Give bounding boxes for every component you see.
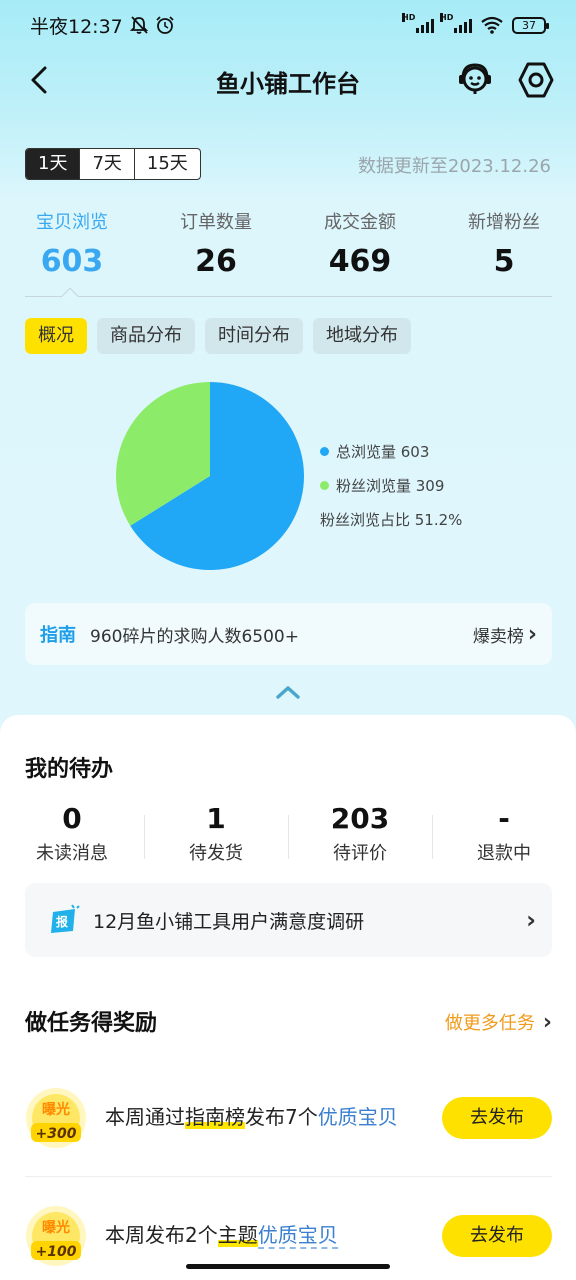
metric-label: 新增粉丝 — [468, 212, 540, 233]
badge-top-text: 曝光 — [42, 1101, 70, 1118]
task-text-part: 本周发布2个 — [105, 1223, 218, 1247]
exposure-badge-icon: 曝光 +300 — [26, 1088, 86, 1148]
tab-time-distribution[interactable]: 时间分布 — [205, 318, 303, 354]
report-icon-label: 报 — [56, 914, 68, 929]
range-tab-7days[interactable]: 7天 — [79, 149, 133, 179]
metric-sales-amount[interactable]: 成交金额 469 — [288, 208, 432, 279]
legend-label: 总浏览量 603 — [336, 442, 430, 461]
metric-value: 469 — [328, 244, 392, 279]
todo-label: 待评价 — [333, 843, 387, 864]
status-time: 半夜12:37 — [30, 15, 123, 38]
settings-icon[interactable] — [516, 60, 556, 100]
todo-refunding[interactable]: - 退款中 — [432, 803, 576, 865]
legend-item: 总浏览量 603 — [320, 434, 462, 468]
tab-product-distribution[interactable]: 商品分布 — [97, 318, 195, 354]
segment-tabs: 概况 商品分布 时间分布 地域分布 — [25, 318, 411, 354]
status-bar: 半夜12:37 HD HD 37 — [0, 0, 576, 50]
todo-card: 我的待办 0 未读消息 1 待发货 203 待评价 - 退款中 报 12月鱼小铺… — [0, 715, 576, 1280]
metrics-divider — [25, 296, 552, 297]
metric-value: 603 — [40, 244, 104, 279]
exposure-badge-icon: 曝光 +100 — [26, 1206, 86, 1266]
metrics-row: 宝贝浏览 603 订单数量 26 成交金额 469 新增粉丝 5 — [0, 208, 576, 288]
task-text-part: 发布7个 — [245, 1105, 318, 1129]
bell-muted-icon — [129, 16, 148, 34]
todo-to-review[interactable]: 203 待评价 — [288, 803, 432, 865]
legend-dot — [320, 446, 329, 456]
chart-note: 粉丝浏览占比 51.2% — [320, 510, 463, 529]
legend-item: 粉丝浏览量 309 — [320, 468, 462, 502]
chart-legend: 总浏览量 603 粉丝浏览量 309 粉丝浏览占比 51.2% — [320, 434, 462, 536]
alarm-icon — [156, 16, 174, 34]
badge-top-text: 曝光 — [42, 1219, 70, 1236]
tab-region-distribution[interactable]: 地域分布 — [313, 318, 411, 354]
wifi-icon — [481, 16, 503, 34]
task-divider — [25, 1176, 552, 1177]
signal-icon: HD — [402, 13, 434, 33]
task-highlight[interactable]: 指南榜 — [185, 1105, 245, 1129]
legend-label: 粉丝浏览量 309 — [336, 476, 445, 495]
metric-value: 26 — [195, 244, 237, 279]
metric-orders[interactable]: 订单数量 26 — [144, 208, 288, 279]
legend-dot — [320, 480, 329, 490]
todo-label: 待发货 — [189, 843, 243, 864]
chevron-right-icon: › — [527, 621, 537, 647]
task-link[interactable]: 优质宝贝 — [318, 1105, 398, 1129]
signal-label: HD — [402, 13, 416, 22]
metric-value: 5 — [493, 244, 515, 279]
more-tasks-link[interactable]: 做更多任务 › — [445, 1009, 552, 1035]
todo-title: 我的待办 — [25, 757, 114, 782]
data-updated-text: 数据更新至2023.12.26 — [357, 156, 551, 177]
signal-label: HD — [440, 13, 454, 22]
bestseller-link-label: 爆卖榜 — [472, 626, 524, 647]
collapse-arrow-icon[interactable] — [274, 684, 302, 700]
task-description: 本周通过指南榜发布7个优质宝贝 — [105, 1101, 398, 1130]
metric-new-fans[interactable]: 新增粉丝 5 — [432, 208, 576, 279]
battery-level: 37 — [522, 18, 536, 32]
range-tab-15days[interactable]: 15天 — [133, 149, 200, 179]
todo-unread-messages[interactable]: 0 未读消息 — [0, 803, 144, 865]
date-range-tabs: 1天 7天 15天 — [25, 148, 201, 180]
guide-banner[interactable]: 指南 960碎片的求购人数6500+ 爆卖榜 › — [25, 603, 552, 665]
survey-banner[interactable]: 报 12月鱼小铺工具用户满意度调研 › — [25, 883, 552, 957]
task-description: 本周发布2个主题优质宝贝 — [105, 1219, 338, 1249]
task-header: 做任务得奖励 做更多任务 › — [25, 1005, 552, 1041]
metric-label: 订单数量 — [180, 212, 252, 233]
bestseller-link[interactable]: 爆卖榜 › — [473, 622, 537, 647]
pie-chart — [112, 378, 308, 574]
signal-icon: HD — [440, 13, 472, 33]
range-tab-1day[interactable]: 1天 — [26, 149, 80, 179]
badge-bottom-text: +100 — [36, 1244, 77, 1260]
task-highlight[interactable]: 主题 — [217, 1223, 258, 1247]
todo-stats: 0 未读消息 1 待发货 203 待评价 - 退款中 — [0, 803, 576, 865]
metric-label: 宝贝浏览 — [36, 212, 108, 233]
publish-button[interactable]: 去发布 — [442, 1097, 552, 1139]
battery-icon: 37 — [512, 16, 549, 34]
report-icon: 报 — [51, 904, 80, 933]
tab-overview[interactable]: 概况 — [25, 318, 87, 354]
todo-value: 1 — [206, 802, 226, 835]
todo-value: 0 — [62, 802, 82, 835]
metric-views[interactable]: 宝贝浏览 603 — [0, 208, 144, 279]
customer-service-icon[interactable] — [456, 60, 494, 98]
publish-button[interactable]: 去发布 — [442, 1215, 552, 1257]
task-link[interactable]: 优质宝贝 — [257, 1223, 338, 1249]
more-tasks-label: 做更多任务 — [444, 1013, 535, 1034]
chevron-right-icon: › — [542, 1009, 552, 1035]
task-item: 曝光 +300 本周通过指南榜发布7个优质宝贝 去发布 — [25, 1079, 552, 1159]
navigation-bar: 鱼小铺工作台 — [0, 50, 576, 110]
survey-text: 12月鱼小铺工具用户满意度调研 — [93, 910, 365, 933]
guide-tag: 指南 — [40, 625, 76, 646]
todo-label: 退款中 — [477, 843, 531, 864]
guide-text: 960碎片的求购人数6500+ — [90, 626, 299, 647]
todo-value: 203 — [330, 802, 390, 835]
todo-value: - — [498, 802, 510, 835]
badge-bottom-text: +300 — [36, 1126, 77, 1142]
chevron-right-icon: › — [526, 906, 536, 934]
todo-label: 未读消息 — [36, 843, 108, 864]
home-indicator[interactable] — [186, 1264, 390, 1269]
todo-to-ship[interactable]: 1 待发货 — [144, 803, 288, 865]
metric-label: 成交金额 — [324, 212, 396, 233]
task-text-part: 本周通过 — [105, 1105, 185, 1129]
